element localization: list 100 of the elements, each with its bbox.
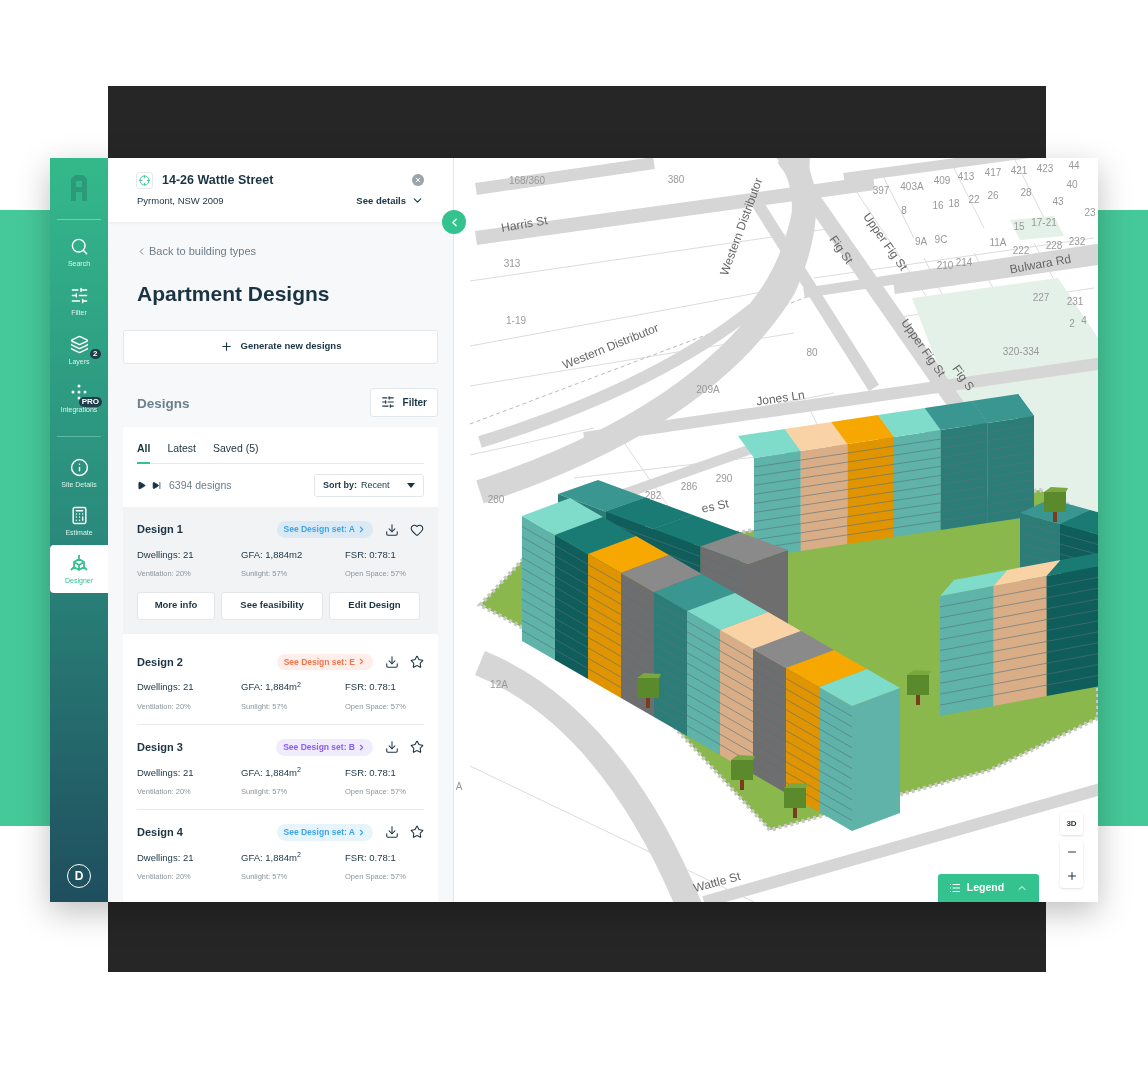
chevron-right-icon	[357, 827, 366, 837]
view-3d-button[interactable]: 3D	[1060, 812, 1083, 835]
lot-number: 421	[1010, 165, 1028, 176]
lot-number: 210	[936, 260, 954, 271]
street-label: Harris St	[500, 213, 549, 235]
street-label: es St	[700, 496, 730, 516]
design-name: Design 4	[137, 825, 184, 841]
zoom-in-icon[interactable]	[1065, 870, 1078, 882]
tree-drawing	[907, 670, 931, 705]
lot-number: 380	[667, 174, 685, 185]
heart-icon[interactable]	[410, 522, 424, 537]
design-count: 6394 designs	[169, 477, 233, 493]
lot-number: 313	[503, 258, 521, 269]
lot-number: 18	[948, 198, 960, 209]
design-stat: GFA: 1,884m$^{2}$	[241, 850, 302, 865]
design-stat: Dwellings: 21	[137, 850, 195, 865]
sort-dropdown[interactable]: Sort by: Recent	[314, 474, 424, 498]
star-icon[interactable]	[410, 654, 424, 669]
page-title: Apartment Designs	[137, 280, 331, 307]
lot-number: 282	[644, 490, 662, 501]
lot-number: 8	[901, 205, 907, 216]
filter-button[interactable]: Filter	[369, 387, 438, 417]
design-stat: Dwellings: 21	[137, 548, 195, 562]
park-area	[1010, 216, 1064, 240]
skip-forward-icon[interactable]	[152, 481, 161, 491]
lot-number: 9C	[934, 234, 948, 245]
designs-tab[interactable]: Saved (5)	[213, 440, 259, 465]
lot-number: 403A	[900, 181, 924, 192]
lot-number: 228	[1045, 240, 1063, 251]
see-details-link[interactable]: See details	[356, 193, 424, 208]
search-icon	[69, 236, 89, 256]
lot-number: 17-21	[1031, 217, 1057, 228]
lot-number: 11A	[989, 237, 1007, 248]
download-icon[interactable]	[385, 654, 399, 669]
chevron-right-icon	[357, 525, 366, 535]
play-icon[interactable]	[137, 481, 146, 491]
sort-value: Recent	[361, 479, 391, 492]
download-icon[interactable]	[385, 522, 399, 537]
layers-icon	[69, 334, 89, 354]
design-stat: Dwellings: 21	[137, 680, 195, 695]
site-title: 14-26 Wattle Street	[162, 172, 275, 189]
chevron-right-icon	[357, 657, 366, 667]
lot-number: 214	[955, 257, 973, 268]
site-address: Pyrmont, NSW 2009	[137, 193, 225, 208]
lot-number: 286	[680, 481, 698, 492]
back-link[interactable]: Back to building types	[136, 243, 256, 260]
info-icon	[69, 457, 89, 477]
lot-number: 168/360	[508, 175, 546, 186]
sort-label: Sort by:	[323, 479, 357, 492]
lot-number: 9A	[914, 236, 928, 247]
download-icon[interactable]	[385, 825, 399, 840]
design-action-button[interactable]: More info	[137, 591, 215, 620]
section-heading: Designs	[137, 394, 191, 413]
design-stat: FSR: 0.78:1	[345, 680, 397, 695]
design-action-button[interactable]: See feasibility	[221, 591, 323, 620]
sliders-icon	[380, 395, 395, 409]
lot-number: 26	[987, 190, 999, 201]
tree-drawing	[731, 755, 755, 790]
design-stat: GFA: 1,884m$^{2}$	[241, 680, 302, 695]
designs-tab[interactable]: All	[137, 440, 151, 465]
lot-number: 423	[1036, 163, 1054, 174]
design-stat: FSR: 0.78:1	[345, 850, 397, 865]
generate-designs-button[interactable]: Generate new designs	[123, 329, 438, 364]
lot-number: 417	[984, 167, 1002, 178]
tree-drawing	[1044, 487, 1068, 522]
plus-icon	[219, 340, 233, 353]
lot-number: 4	[1081, 315, 1087, 326]
lot-number: 44	[1068, 160, 1080, 171]
lot-number: 80	[806, 347, 818, 358]
lot-number: 2	[1069, 318, 1075, 329]
design-name: Design 3	[137, 739, 184, 755]
street-label: Fig S	[949, 362, 978, 394]
lot-number: 280	[487, 494, 505, 505]
lot-number: A	[455, 781, 463, 792]
logo-icon	[69, 173, 89, 203]
lot-number: 15	[1013, 221, 1025, 232]
designs-tab[interactable]: Latest	[167, 440, 197, 465]
caret-icon	[407, 483, 415, 489]
tree-drawing	[637, 673, 661, 708]
design-name: Design 1	[137, 522, 184, 538]
lot-number: 209A	[696, 384, 720, 395]
design-stat: Dwellings: 21	[137, 765, 195, 780]
design-action-button[interactable]: Edit Design	[329, 591, 420, 620]
tree-drawing	[784, 783, 808, 818]
lot-number: 413	[957, 171, 975, 182]
download-icon[interactable]	[385, 740, 399, 755]
close-icon[interactable]	[412, 174, 424, 187]
cube-network-icon	[69, 553, 89, 573]
list-icon	[948, 882, 961, 894]
lot-number: 231	[1066, 296, 1084, 307]
lot-number: 232	[1068, 236, 1086, 247]
star-icon[interactable]	[410, 740, 424, 755]
lot-number: 43	[1052, 196, 1064, 207]
design-name: Design 2	[137, 654, 184, 670]
lot-number: 23	[1084, 207, 1096, 218]
calculator-icon	[69, 505, 89, 525]
star-icon[interactable]	[410, 825, 424, 840]
design-set-link[interactable]: See Design set: B	[276, 738, 373, 756]
count-badge: PRO	[78, 397, 102, 407]
lot-number: 16	[932, 200, 944, 211]
